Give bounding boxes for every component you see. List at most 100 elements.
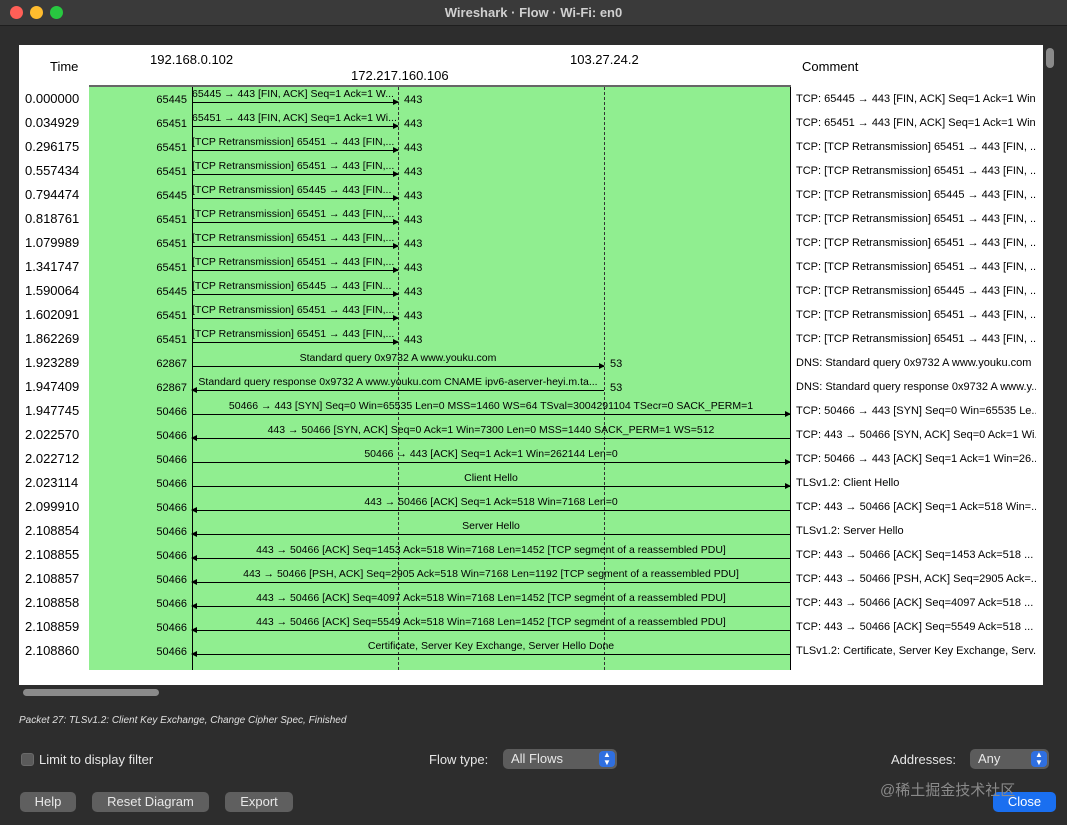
addresses-label: Addresses:: [891, 752, 957, 767]
row-comment: TCP: 65445 → 443 [FIN, ACK] Seq=1 Ack=1 …: [796, 93, 1036, 105]
flow-row[interactable]: 0.794474 65445 [TCP Retransmission] 65445 …: [19, 184, 1043, 208]
row-source-port: 65451: [156, 334, 187, 346]
limit-to-display-filter-label[interactable]: Limit to display filter: [39, 752, 153, 767]
flow-row[interactable]: 0.818761 65451 [TCP Retransmission] 65451 …: [19, 208, 1043, 232]
row-source-port: 50466: [156, 550, 187, 562]
flow-row[interactable]: 0.557434 65451 [TCP Retransmission] 65451 …: [19, 160, 1043, 184]
row-time: 1.079989: [25, 235, 80, 250]
host-header-172.217.160.106: 172.217.160.106: [351, 68, 449, 83]
vertical-scrollbar[interactable]: [1044, 45, 1056, 685]
flow-row[interactable]: 1.862269 65451 [TCP Retransmission] 65451 …: [19, 328, 1043, 352]
row-comment: TCP: [TCP Retransmission] 65451 → 443 [F…: [796, 261, 1036, 273]
row-source-port: 50466: [156, 574, 187, 586]
row-comment: TCP: [TCP Retransmission] 65451 → 443 [F…: [796, 165, 1036, 177]
addresses-select[interactable]: Any ▲ ▼: [970, 749, 1049, 769]
row-time: 2.023114: [25, 475, 79, 490]
flow-row[interactable]: 0.296175 65451 [TCP Retransmission] 65451 …: [19, 136, 1043, 160]
row-arrow: [192, 219, 399, 225]
row-comment: TCP: [TCP Retransmission] 65445 → 443 [F…: [796, 285, 1036, 297]
row-message: [TCP Retransmission] 65445 → 443 [FIN...: [192, 184, 392, 196]
row-message: 443 → 50466 [ACK] Seq=4097 Ack=518 Win=7…: [256, 592, 726, 604]
flow-row[interactable]: 1.947745 50466 50466 → 443 [SYN] Seq=0 Win…: [19, 400, 1043, 424]
row-source-port: 50466: [156, 646, 187, 658]
limit-to-display-filter-checkbox[interactable]: [21, 753, 34, 766]
row-arrow: [192, 147, 399, 153]
flow-row[interactable]: 0.034929 65451 65451 → 443 [FIN, ACK] Seq=…: [19, 112, 1043, 136]
flow-row[interactable]: 2.108854 50466 Server Hello TLSv1.2: Server…: [19, 520, 1043, 544]
row-source-port: 50466: [156, 406, 187, 418]
flow-row[interactable]: 1.079989 65451 [TCP Retransmission] 65451 …: [19, 232, 1043, 256]
row-message: 50466 → 443 [SYN] Seq=0 Win=65535 Len=0 …: [228, 400, 754, 412]
flow-row[interactable]: 2.108855 50466 443 → 50466 [ACK] Seq=1453 …: [19, 544, 1043, 568]
flow-row[interactable]: 2.099910 50466 443 → 50466 [ACK] Seq=1 Ack…: [19, 496, 1043, 520]
row-message: 443 → 50466 [ACK] Seq=1 Ack=518 Win=7168…: [364, 496, 618, 508]
graph-top-border: [89, 85, 791, 87]
flow-row[interactable]: 2.022712 50466 50466 → 443 [ACK] Seq=1 Ack…: [19, 448, 1043, 472]
row-comment: TLSv1.2: Certificate, Server Key Exchang…: [796, 645, 1036, 657]
row-arrow: [192, 459, 791, 465]
watermark: @稀土掘金技术社区: [880, 782, 1016, 799]
row-message: [TCP Retransmission] 65451 → 443 [FIN,..…: [192, 208, 395, 220]
flow-type-select[interactable]: All Flows ▲ ▼: [503, 749, 617, 769]
row-source-port: 50466: [156, 622, 187, 634]
row-time: 1.590064: [25, 283, 80, 298]
row-arrow: [191, 579, 790, 585]
row-time: 1.947745: [25, 403, 80, 418]
row-message: [TCP Retransmission] 65445 → 443 [FIN...: [192, 280, 392, 292]
row-source-port: 65451: [156, 166, 187, 178]
row-comment: TCP: 443 → 50466 [ACK] Seq=1453 Ack=518 …: [796, 549, 1034, 561]
flow-diagram[interactable]: Time 192.168.0.102 172.217.160.106 103.2…: [19, 45, 1043, 685]
row-comment: TCP: 443 → 50466 [ACK] Seq=5549 Ack=518 …: [796, 621, 1034, 633]
flow-row[interactable]: 2.023114 50466 Client Hello TLSv1.2: Client…: [19, 472, 1043, 496]
flow-row[interactable]: 2.022570 50466 443 → 50466 [SYN, ACK] Seq=…: [19, 424, 1043, 448]
horizontal-scrollbar[interactable]: [19, 685, 1043, 699]
help-button[interactable]: Help: [20, 792, 76, 812]
vertical-scroll-thumb[interactable]: [1046, 48, 1054, 68]
flow-row[interactable]: 0.000000 65445 65445 → 443 [FIN, ACK] Seq=…: [19, 88, 1043, 112]
row-source-port: 65451: [156, 118, 187, 130]
row-arrow: [192, 195, 399, 201]
row-time: 2.108854: [25, 523, 80, 538]
flow-row[interactable]: 2.108858 50466 443 → 50466 [ACK] Seq=4097 …: [19, 592, 1043, 616]
flow-row[interactable]: 2.108859 50466 443 → 50466 [ACK] Seq=5549 …: [19, 616, 1043, 640]
row-source-port: 65451: [156, 142, 187, 154]
flow-row[interactable]: 1.602091 65451 [TCP Retransmission] 65451 …: [19, 304, 1043, 328]
flow-row[interactable]: 2.108857 50466 443 → 50466 [PSH, ACK] Seq=…: [19, 568, 1043, 592]
chevron-updown-icon: ▲ ▼: [599, 751, 615, 767]
row-message: 443 → 50466 [ACK] Seq=1453 Ack=518 Win=7…: [256, 544, 726, 556]
row-arrow: [192, 99, 399, 105]
flow-row[interactable]: 1.341747 65451 [TCP Retransmission] 65451 …: [19, 256, 1043, 280]
row-time: 0.557434: [25, 163, 80, 178]
host-header-103.27.24.2: 103.27.24.2: [570, 52, 639, 67]
row-comment: TLSv1.2: Client Hello: [796, 477, 900, 489]
row-time: 2.108859: [25, 619, 80, 634]
flow-row[interactable]: 1.923289 62867 Standard query 0x9732 A www…: [19, 352, 1043, 376]
flow-row[interactable]: 1.947409 62867 Standard query response 0x9…: [19, 376, 1043, 400]
row-comment: TCP: [TCP Retransmission] 65445 → 443 [F…: [796, 189, 1036, 201]
row-comment: TCP: [TCP Retransmission] 65451 → 443 [F…: [796, 333, 1036, 345]
row-source-port: 50466: [156, 526, 187, 538]
row-dest-port: 53: [610, 358, 623, 370]
row-arrow: [192, 411, 791, 417]
row-arrow: [191, 627, 790, 633]
row-source-port: 50466: [156, 598, 187, 610]
row-arrow: [192, 339, 399, 345]
export-button[interactable]: Export: [225, 792, 293, 812]
flow-row[interactable]: 2.108860 50466 Certificate, Server Key Exc…: [19, 640, 1043, 664]
row-arrow: [192, 315, 399, 321]
row-source-port: 50466: [156, 502, 187, 514]
reset-diagram-button[interactable]: Reset Diagram: [92, 792, 209, 812]
row-arrow: [191, 603, 790, 609]
flow-row[interactable]: 1.590064 65445 [TCP Retransmission] 65445 …: [19, 280, 1043, 304]
row-source-port: 50466: [156, 478, 187, 490]
row-source-port: 65445: [156, 286, 187, 298]
row-dest-port: 443: [404, 142, 423, 154]
row-dest-port: 443: [404, 118, 423, 130]
row-dest-port: 443: [404, 310, 423, 322]
row-dest-port: 443: [404, 262, 423, 274]
horizontal-scroll-thumb[interactable]: [23, 689, 159, 696]
row-source-port: 65451: [156, 310, 187, 322]
row-dest-port: 443: [404, 190, 423, 202]
row-arrow: [191, 555, 790, 561]
row-arrow: [192, 291, 399, 297]
